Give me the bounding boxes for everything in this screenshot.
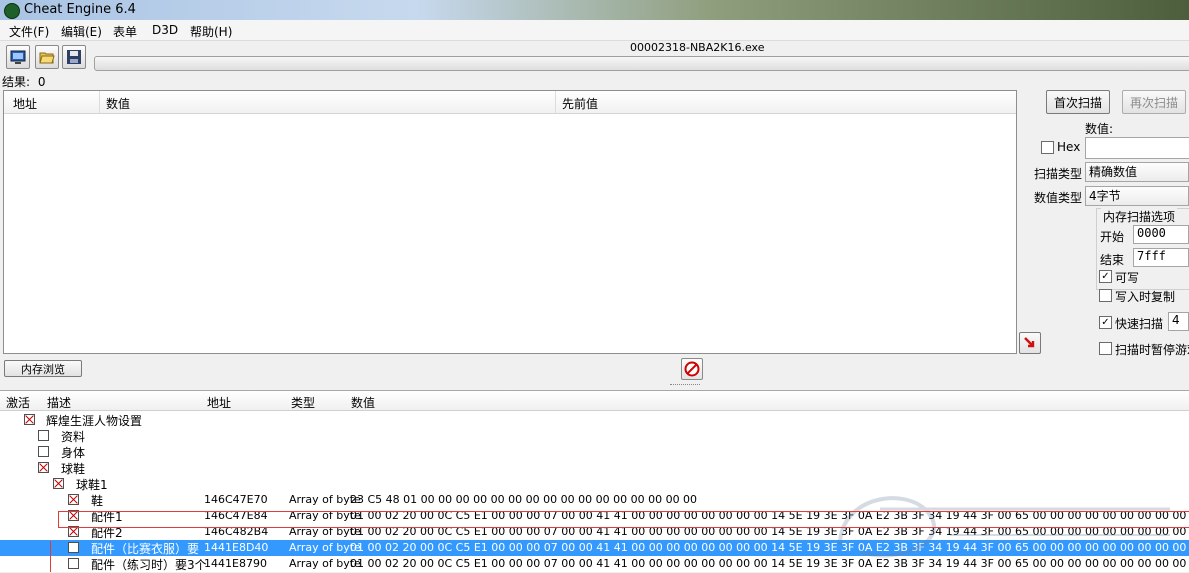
row-description: 辉煌生涯人物设置 (46, 414, 143, 428)
row-description: 球鞋1 (76, 478, 108, 492)
start-label: 开始 (1100, 230, 1125, 244)
menu-d3d[interactable]: D3D (152, 23, 178, 37)
writable-label: 可写 (1115, 271, 1140, 285)
start-address-input[interactable]: 0000 (1133, 225, 1189, 244)
pause-game-label: 扫描时暂停游戏 (1115, 343, 1189, 357)
row-description: 身体 (61, 446, 86, 460)
value-type-select[interactable]: 4字节 (1085, 186, 1189, 206)
row-description: 资料 (61, 430, 86, 444)
scan-type-value: 精确数值 (1089, 165, 1138, 179)
row-description: 配件（练习时）要3个 (91, 558, 207, 572)
column-type[interactable]: 类型 (291, 394, 315, 411)
select-process-icon (10, 50, 26, 64)
hex-label: Hex (1057, 140, 1081, 154)
scan-progress-bar (94, 56, 1189, 71)
fast-scan-alignment-input[interactable]: 4 (1168, 312, 1189, 331)
save-button[interactable] (62, 45, 86, 69)
active-checkbox[interactable] (38, 462, 49, 473)
table-row[interactable]: 身体 (0, 444, 1189, 460)
copy-on-write-checkbox[interactable] (1099, 289, 1112, 302)
annotation-line (58, 511, 1189, 512)
row-description: 鞋 (91, 494, 104, 508)
open-file-button[interactable] (35, 45, 59, 69)
title-bar: Cheat Engine 6.4 (0, 0, 1189, 20)
results-count: 结果: 0 (2, 73, 46, 90)
active-checkbox[interactable] (38, 430, 49, 441)
active-checkbox[interactable] (68, 494, 79, 505)
writable-checkbox[interactable]: ✓ (1099, 270, 1112, 283)
active-checkbox[interactable] (24, 414, 35, 425)
copy-on-write-label: 写入时复制 (1115, 290, 1176, 304)
hex-checkbox[interactable] (1041, 141, 1054, 154)
scan-value-input[interactable] (1085, 137, 1189, 159)
column-value[interactable]: 数值 (351, 394, 375, 411)
column-value[interactable]: 数值 (106, 95, 130, 112)
clear-list-button[interactable] (681, 358, 703, 380)
process-name: 00002318-NBA2K16.exe (630, 41, 765, 54)
row-address: 1441E8790 (204, 557, 267, 570)
row-description: 球鞋 (61, 462, 86, 476)
table-row[interactable]: 球鞋 (0, 460, 1189, 476)
annotation-line (58, 527, 1189, 528)
annotation-line (58, 511, 59, 527)
fast-scan-checkbox[interactable]: ✓ (1099, 316, 1112, 329)
active-checkbox[interactable] (68, 542, 79, 553)
column-previous-value[interactable]: 先前值 (562, 95, 598, 112)
next-scan-button[interactable]: 再次扫描 (1122, 90, 1186, 114)
table-row[interactable]: 辉煌生涯人物设置 (0, 412, 1189, 428)
cheat-engine-logo-icon (4, 3, 20, 19)
column-description[interactable]: 描述 (47, 394, 71, 411)
menu-edit[interactable]: 编辑(E) (61, 23, 102, 40)
splitter-grip[interactable] (670, 384, 700, 387)
value-type-label: 数值类型 (1034, 191, 1083, 205)
value-type-value: 4字节 (1089, 189, 1121, 203)
add-to-list-button[interactable] (1019, 332, 1041, 354)
first-scan-button[interactable]: 首次扫描 (1046, 90, 1110, 114)
window-title: Cheat Engine 6.4 (24, 2, 136, 17)
pause-game-checkbox[interactable] (1099, 342, 1112, 355)
active-checkbox[interactable] (38, 446, 49, 457)
row-description: 配件（比赛衣服）要 (91, 542, 200, 556)
row-address: 146C47E70 (204, 493, 268, 506)
value-label: 数值: (1085, 122, 1114, 136)
active-checkbox[interactable] (53, 478, 64, 489)
end-address-input[interactable]: 7fff (1133, 248, 1189, 267)
select-process-button[interactable] (6, 45, 30, 69)
stop-icon (684, 361, 700, 377)
memory-scan-options-title: 内存扫描选项 (1101, 208, 1178, 225)
annotation-line (50, 541, 51, 572)
menu-bar: 文件(F) 编辑(E) 表单 D3D 帮助(H) (0, 20, 1189, 41)
results-label: 结果: (2, 75, 31, 89)
watermark-logo (838, 496, 1170, 558)
column-address[interactable]: 地址 (13, 95, 37, 112)
end-label: 结束 (1100, 253, 1125, 267)
scan-type-label: 扫描类型 (1034, 167, 1083, 181)
cheat-table[interactable]: 激活 描述 地址 类型 数值 辉煌生涯人物设置资料身体球鞋球鞋1 鞋 146C47E… (0, 390, 1189, 572)
column-address[interactable]: 地址 (207, 394, 231, 411)
column-active[interactable]: 激活 (6, 394, 30, 411)
save-icon (67, 50, 81, 64)
table-row[interactable]: 资料 (0, 428, 1189, 444)
red-arrow-icon (1024, 337, 1035, 348)
results-value: 0 (37, 75, 46, 89)
menu-file[interactable]: 文件(F) (9, 23, 49, 40)
fast-scan-label: 快速扫描 (1115, 317, 1164, 331)
memory-view-button[interactable]: 内存浏览 (4, 360, 82, 377)
scan-type-select[interactable]: 精确数值 (1085, 162, 1189, 182)
open-file-icon (39, 52, 55, 64)
cheat-table-header: 激活 描述 地址 类型 数值 (0, 391, 1189, 411)
menu-help[interactable]: 帮助(H) (190, 23, 232, 40)
active-checkbox[interactable] (68, 558, 79, 569)
row-address: 1441E8D40 (204, 541, 269, 554)
found-list-header: 地址 数值 先前值 (4, 91, 1016, 114)
found-addresses-list[interactable]: 地址 数值 先前值 (3, 90, 1017, 354)
menu-table[interactable]: 表单 (113, 23, 137, 40)
